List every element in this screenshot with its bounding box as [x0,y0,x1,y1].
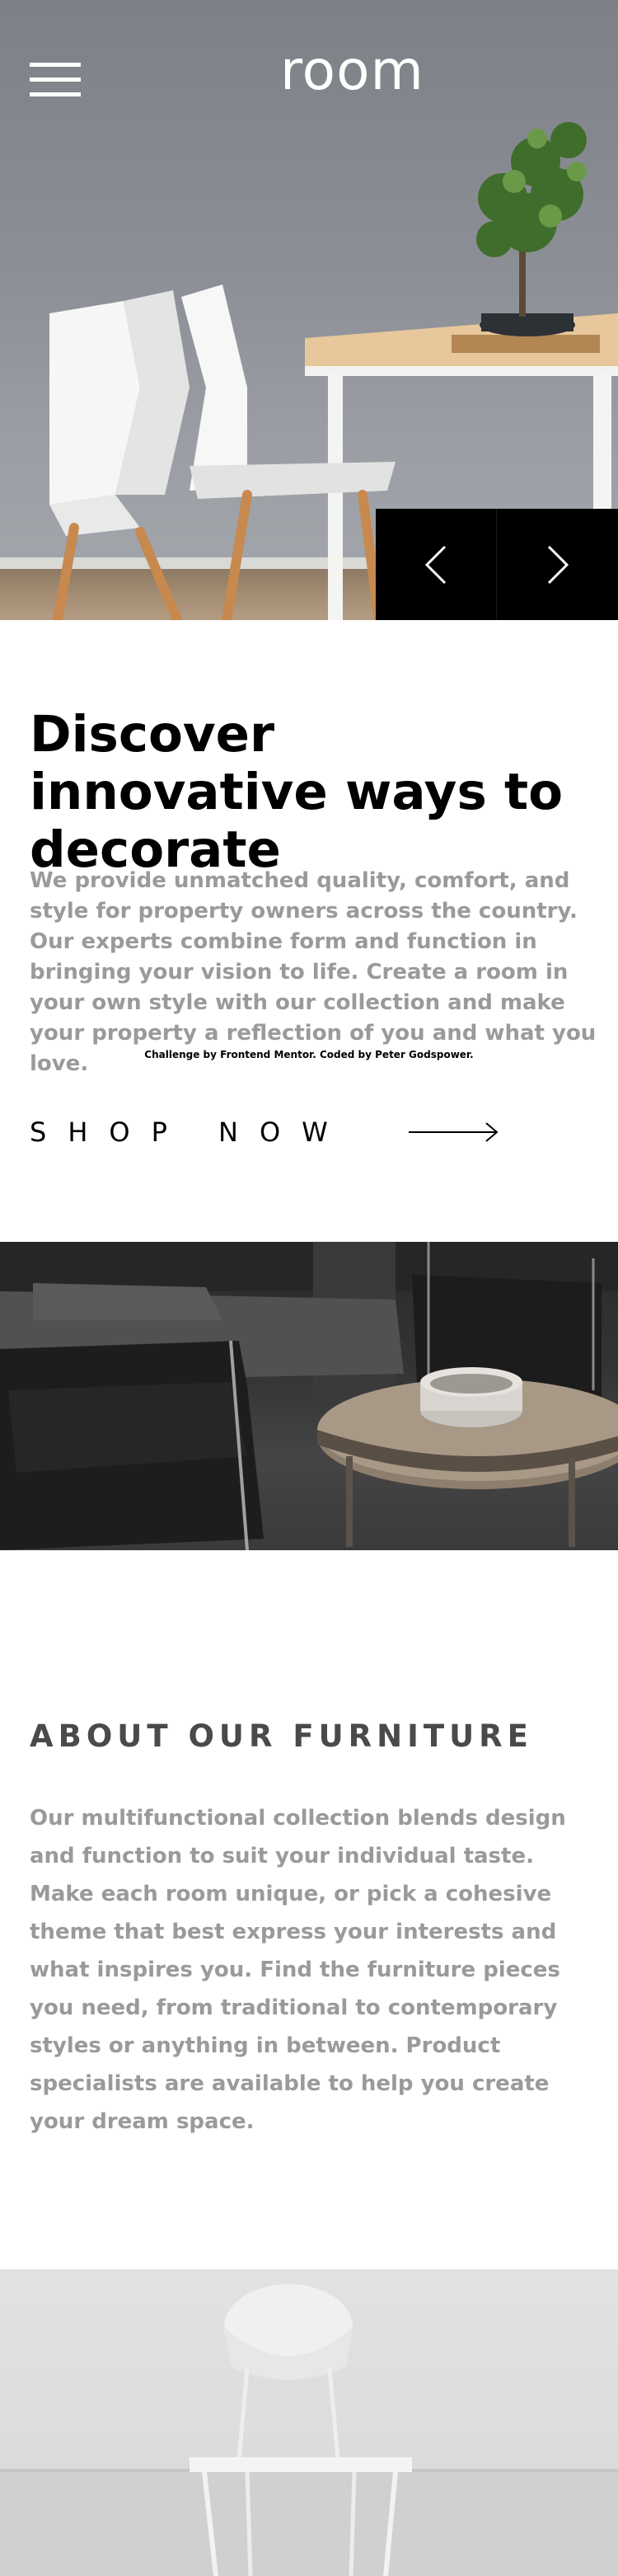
menu-bar [30,78,81,82]
dark-furniture-image [0,1242,618,1550]
page-title: Discover innovative ways to decorate [30,705,564,879]
attribution-text: Challenge by Frontend Mentor. Coded by P… [144,1049,474,1060]
slider-controls [376,509,618,620]
angle-left-icon [424,545,447,584]
white-chair-image [0,2284,618,2576]
dark-interior-image [0,1242,618,1550]
about-description: Our multifunctional collection blends de… [30,1806,566,2134]
shop-now-label: SHOP NOW [30,1116,349,1148]
intro-description: We provide unmatched quality, comfort, a… [30,868,597,1076]
menu-bar [30,63,81,67]
site-logo[interactable]: room [280,38,486,104]
arrow-right-icon [409,1122,499,1142]
about-section: ABOUT OUR FURNITURE Our multifunctional … [0,1550,618,2269]
shop-now-link[interactable]: SHOP NOW [30,1112,508,1153]
next-slide-button[interactable] [497,509,618,620]
previous-slide-button[interactable] [376,509,497,620]
hero-section: room [0,0,618,620]
angle-right-icon [547,545,569,584]
intro-section: Discover innovative ways to decorate We … [0,620,618,1242]
hamburger-menu-icon[interactable] [30,63,81,97]
menu-bar [30,92,81,96]
light-chair-image [0,2269,618,2576]
about-title: ABOUT OUR FURNITURE [30,1718,533,1754]
